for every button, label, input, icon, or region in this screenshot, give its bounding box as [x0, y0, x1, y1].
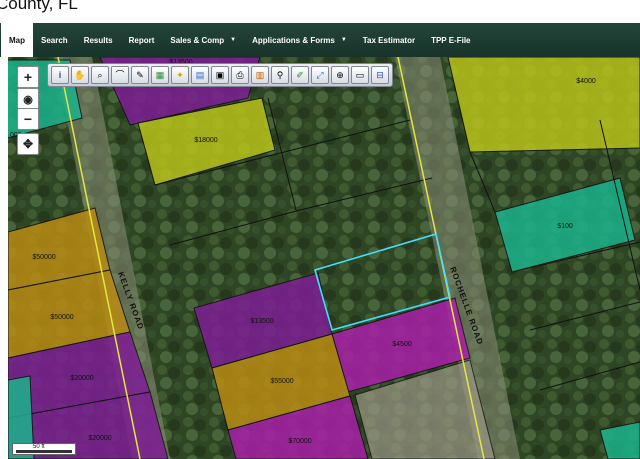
chevron-down-icon: ▼ — [340, 37, 347, 43]
parcel-value-label: $55000 — [270, 378, 293, 385]
map-view[interactable]: $13500 $18000 $4000 $100 $50000 $50000 $… — [0, 57, 640, 459]
buffer-icon[interactable]: ▥ — [251, 66, 269, 84]
nav-tax-estimator[interactable]: Tax Estimator — [355, 23, 423, 57]
parcel-value-label: $70000 — [288, 438, 311, 445]
parcel[interactable] — [447, 57, 640, 153]
scale-bar: 50 ft — [12, 443, 76, 455]
map-toolbar: i ✋ ⌕ ⌒ ✎ ▦ ✦ ▤ ▣ ⎙ ▥ ⚲ ✐ ⤢ ⊕ ▭ ⊟ — [47, 63, 393, 87]
parcel-value-label: $20000 — [88, 435, 111, 442]
search-parcel-icon[interactable]: ⚲ — [271, 66, 289, 84]
nav-report[interactable]: Report — [121, 23, 163, 57]
nav-search[interactable]: Search — [33, 23, 76, 57]
nav-results[interactable]: Results — [76, 23, 121, 57]
layers-icon[interactable]: ▦ — [151, 66, 169, 84]
legend-icon[interactable]: ▤ — [191, 66, 209, 84]
parcel-value-label: $50000 — [32, 254, 55, 261]
save-icon[interactable]: ▭ — [351, 66, 369, 84]
aerial-icon[interactable]: ▣ — [211, 66, 229, 84]
nav-map[interactable]: Map — [1, 23, 33, 57]
parcel-value-label: $50000 — [50, 314, 73, 321]
main-navigation: Map Search Results Report Sales & Comp ▼ … — [0, 23, 640, 57]
globe-icon[interactable]: ◉ — [17, 88, 39, 110]
scale-line — [16, 450, 72, 453]
share-icon[interactable]: ⊕ — [331, 66, 349, 84]
parcel-value-label: $4000 — [576, 78, 596, 85]
zoom-in-button[interactable]: + — [17, 66, 39, 88]
export-icon[interactable]: ⊟ — [371, 66, 389, 84]
parcel-value-label: $4500 — [392, 341, 412, 348]
lightbulb-icon[interactable]: ✦ — [171, 66, 189, 84]
zoom-area-icon[interactable]: ⌕ — [91, 66, 109, 84]
sidebar-edge — [0, 57, 8, 459]
parcel-value-label: $18000 — [194, 137, 217, 144]
measure-icon[interactable]: ⌒ — [111, 66, 129, 84]
parcel-value-label: $13500 — [250, 318, 273, 325]
info-icon[interactable]: i — [51, 66, 69, 84]
zoom-out-button[interactable]: − — [17, 108, 39, 130]
pan-icon[interactable]: ✥ — [17, 133, 39, 155]
nav-sales-comp[interactable]: Sales & Comp ▼ — [162, 23, 244, 57]
print-icon[interactable]: ⎙ — [231, 66, 249, 84]
parcel-value-label: $20000 — [70, 375, 93, 382]
identify-icon[interactable]: ✋ — [71, 66, 89, 84]
page-title: County, FL — [0, 0, 78, 13]
draw-pencil-icon[interactable]: ✎ — [131, 66, 149, 84]
nav-applications-forms[interactable]: Applications & Forms ▼ — [244, 23, 355, 57]
full-extent-icon[interactable]: ⤢ — [311, 66, 329, 84]
nav-tpp-efile[interactable]: TPP E-File — [423, 23, 478, 57]
chevron-down-icon: ▼ — [230, 37, 237, 43]
map-canvas[interactable]: $13500 $18000 $4000 $100 $50000 $50000 $… — [0, 57, 640, 459]
parcel-value-label: $100 — [557, 223, 573, 230]
edit-pencil-icon[interactable]: ✐ — [291, 66, 309, 84]
